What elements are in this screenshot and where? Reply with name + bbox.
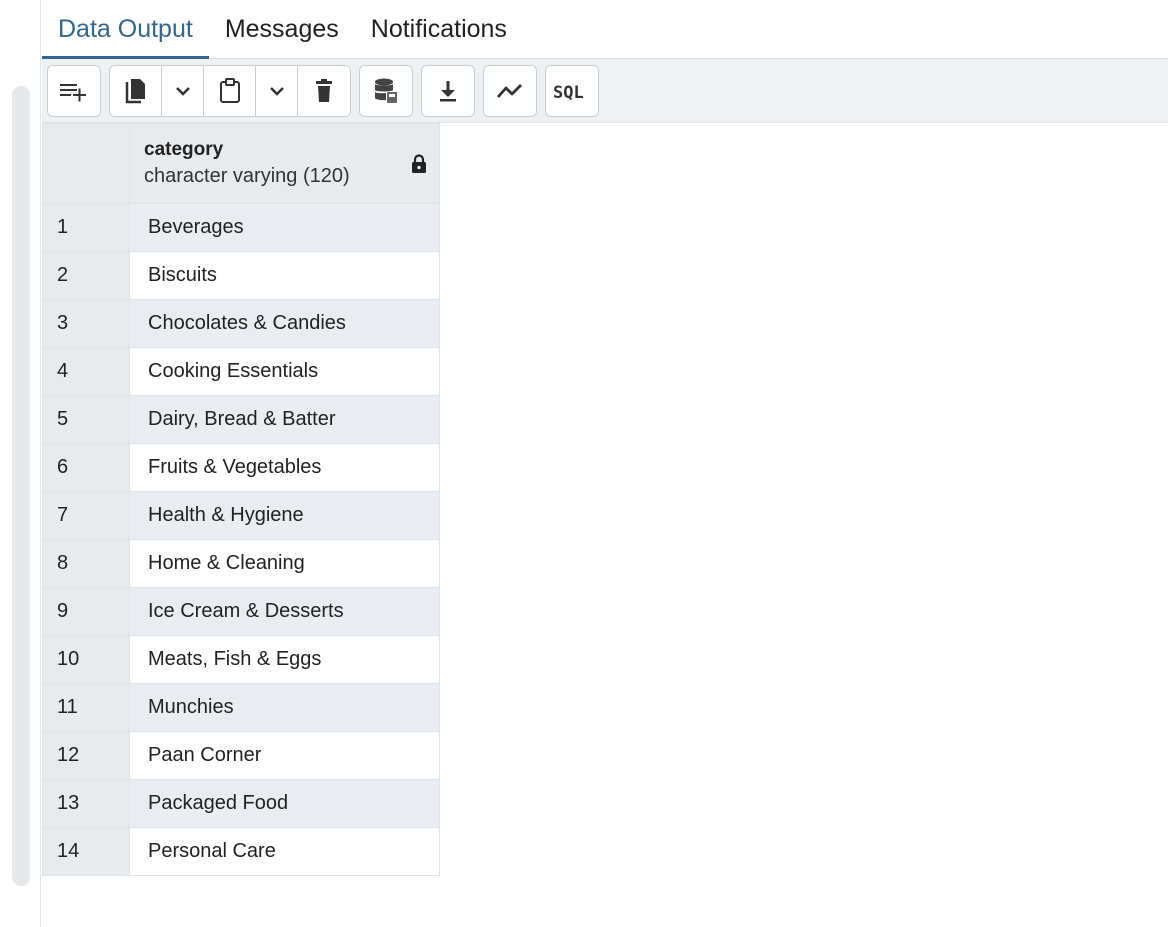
graph-visualiser-icon: [496, 81, 524, 101]
category-cell[interactable]: Paan Corner: [129, 731, 440, 780]
row-number[interactable]: 6: [42, 443, 130, 492]
row-number[interactable]: 8: [42, 539, 130, 588]
table-row[interactable]: 7 Health & Hygiene: [42, 491, 440, 540]
sql-button[interactable]: SQL: [546, 65, 598, 116]
row-number[interactable]: 4: [42, 347, 130, 396]
row-number[interactable]: 11: [42, 683, 130, 732]
column-header-category[interactable]: category character varying (120): [129, 123, 440, 204]
delete-button[interactable]: [298, 65, 350, 116]
row-number[interactable]: 10: [42, 635, 130, 684]
paste-icon: [219, 77, 241, 104]
paste-options-dropdown[interactable]: [256, 65, 298, 116]
table-row[interactable]: 8 Home & Cleaning: [42, 539, 440, 588]
chevron-down-icon: [269, 85, 285, 97]
category-cell[interactable]: Biscuits: [129, 251, 440, 300]
table-row[interactable]: 12 Paan Corner: [42, 731, 440, 780]
category-cell[interactable]: Munchies: [129, 683, 440, 732]
copy-icon: [125, 78, 147, 104]
row-number[interactable]: 12: [42, 731, 130, 780]
category-cell[interactable]: Chocolates & Candies: [129, 299, 440, 348]
data-output-toolbar: SQL: [42, 59, 1168, 123]
data-grid: category character varying (120) 1 Bevera…: [42, 123, 440, 876]
table-row[interactable]: 10 Meats, Fish & Eggs: [42, 635, 440, 684]
category-cell[interactable]: Meats, Fish & Eggs: [129, 635, 440, 684]
row-number[interactable]: 9: [42, 587, 130, 636]
result-tabs: Data Output Messages Notifications: [42, 0, 1168, 59]
table-row[interactable]: 11 Munchies: [42, 683, 440, 732]
tab-data-output[interactable]: Data Output: [42, 0, 209, 59]
table-row[interactable]: 6 Fruits & Vegetables: [42, 443, 440, 492]
add-row-icon: [59, 80, 89, 102]
lock-icon: [411, 154, 427, 180]
table-row[interactable]: 2 Biscuits: [42, 251, 440, 300]
table-row[interactable]: 5 Dairy, Bread & Batter: [42, 395, 440, 444]
category-cell[interactable]: Ice Cream & Desserts: [129, 587, 440, 636]
graph-visualiser-button[interactable]: [484, 65, 536, 116]
category-cell[interactable]: Health & Hygiene: [129, 491, 440, 540]
copy-options-dropdown[interactable]: [162, 65, 204, 116]
category-cell[interactable]: Personal Care: [129, 827, 440, 876]
download-button[interactable]: [422, 65, 474, 116]
row-number[interactable]: 3: [42, 299, 130, 348]
save-data-button[interactable]: [360, 65, 412, 116]
row-number[interactable]: 13: [42, 779, 130, 828]
paste-button[interactable]: [204, 65, 256, 116]
table-row[interactable]: 4 Cooking Essentials: [42, 347, 440, 396]
download-icon: [438, 79, 458, 103]
table-row[interactable]: 13 Packaged Food: [42, 779, 440, 828]
row-number[interactable]: 5: [42, 395, 130, 444]
row-number-header[interactable]: [42, 123, 130, 204]
category-cell[interactable]: Beverages: [129, 203, 440, 252]
sql-icon: SQL: [552, 80, 592, 102]
column-type: character varying (120): [144, 164, 350, 187]
row-number[interactable]: 14: [42, 827, 130, 876]
row-number[interactable]: 1: [42, 203, 130, 252]
column-name: category: [144, 139, 224, 161]
table-row[interactable]: 1 Beverages: [42, 203, 440, 252]
table-row[interactable]: 3 Chocolates & Candies: [42, 299, 440, 348]
category-cell[interactable]: Packaged Food: [129, 779, 440, 828]
row-number[interactable]: 7: [42, 491, 130, 540]
category-cell[interactable]: Dairy, Bread & Batter: [129, 395, 440, 444]
category-cell[interactable]: Fruits & Vegetables: [129, 443, 440, 492]
category-cell[interactable]: Home & Cleaning: [129, 539, 440, 588]
copy-button[interactable]: [110, 65, 162, 116]
chevron-down-icon: [175, 85, 191, 97]
row-number[interactable]: 2: [42, 251, 130, 300]
vertical-scrollbar[interactable]: [12, 86, 30, 886]
category-cell[interactable]: Cooking Essentials: [129, 347, 440, 396]
tab-messages[interactable]: Messages: [209, 0, 355, 58]
tab-notifications[interactable]: Notifications: [355, 0, 523, 58]
save-data-icon: [374, 78, 398, 104]
add-row-button[interactable]: [48, 65, 100, 116]
table-row[interactable]: 9 Ice Cream & Desserts: [42, 587, 440, 636]
table-row[interactable]: 14 Personal Care: [42, 827, 440, 876]
delete-icon: [315, 78, 333, 103]
svg-text:SQL: SQL: [553, 83, 584, 102]
